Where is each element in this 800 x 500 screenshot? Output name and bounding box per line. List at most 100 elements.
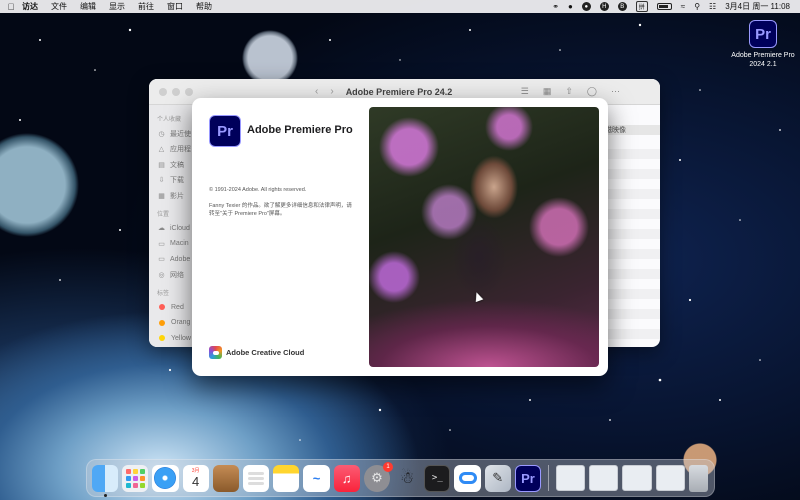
dock-calendar[interactable]: 3月 4 [182,464,209,492]
tag-dot-icon [159,319,165,326]
tag-icon[interactable]: ◯ [587,86,597,97]
creative-cloud-footer: Adobe Creative Cloud [209,346,304,359]
premiere-splash-screen: Pr Adobe Premiere Pro © 1991-2024 Adobe.… [192,98,608,376]
record-icon[interactable]: ● [581,2,591,11]
forward-icon[interactable]: › [330,86,333,97]
dock-trash-icon[interactable] [688,464,709,492]
sidebar-item-label: iCloud [170,224,190,232]
control-center-icon[interactable]: ☷ [709,2,716,11]
menu-file[interactable]: 文件 [51,1,67,12]
film-icon: ▦ [158,192,165,200]
menu-app-name[interactable]: 访达 [22,1,38,12]
document-icon: ▤ [158,161,165,169]
dock-preview[interactable]: ✎ [484,464,511,492]
menu-help[interactable]: 帮助 [196,1,212,12]
download-icon: ⇩ [158,177,165,185]
list-view-icon[interactable]: ☰ [521,86,529,97]
dock-safari[interactable] [152,464,179,492]
dock-premiere-pro[interactable]: Pr [514,464,542,492]
tag-dot-icon [159,335,165,342]
h-icon[interactable]: H [599,2,609,11]
premiere-logo-icon: Pr [209,115,241,147]
calendar-day: 4 [192,473,200,489]
dock: 3月 4 ~ ♫ ⚙ 1 ☃ >_ ✎ Pr [86,459,715,497]
menu-edit[interactable]: 编辑 [80,1,96,12]
apps-icon: △ [158,146,165,154]
column-header[interactable]: 磁映像 [602,125,660,135]
dock-terminal[interactable]: >_ [424,464,451,492]
share-icon[interactable]: ⇧ [565,86,573,97]
dock-finder[interactable] [92,464,119,497]
dock-contacts[interactable] [212,464,239,492]
copyright-text: © 1991-2024 Adobe. All rights reserved. [209,187,307,193]
finder-title: Adobe Premiere Pro 24.2 [345,86,453,97]
running-indicator [104,493,107,497]
sidebar-item-label: Orang [171,319,191,327]
battery-icon[interactable] [656,3,672,10]
dock-separator [548,465,550,491]
sidebar-item-label: Red [171,303,184,311]
b-icon[interactable]: B [617,2,627,11]
more-icon[interactable]: ⋯ [611,86,620,97]
creative-cloud-label: Adobe Creative Cloud [226,348,305,357]
creative-cloud-icon [209,346,222,359]
product-name: Adobe Premiere Pro [247,124,353,136]
file-list[interactable] [602,139,660,339]
sidebar-item-label: 最近使 [170,130,191,138]
menu-clock[interactable]: 3月4日 周一 11:08 [725,1,790,12]
sidebar-item-label: Yellow [171,334,191,342]
tag-dot-icon [159,304,165,311]
meeting-icon [458,472,477,484]
dock-reminders[interactable] [242,464,270,492]
dock-launchpad[interactable] [122,464,149,492]
apple-menu-icon[interactable]:  [0,2,22,12]
dock-tencent-meeting[interactable] [454,464,481,492]
dock-recent-document[interactable] [655,465,685,491]
input-method-icon[interactable]: 拼 [635,1,648,12]
dock-system-settings[interactable]: ⚙ 1 [363,461,394,492]
link-icon[interactable]: ⚭ [552,2,559,11]
back-icon[interactable]: ‹ [315,86,318,97]
sidebar-item-label: 下载 [170,177,184,185]
sidebar-item-label: Adobe [170,255,191,263]
disk-icon: ▭ [158,240,165,248]
dock-recent-document[interactable] [622,465,652,491]
splash-artwork [369,107,599,367]
cloud-icon: ☁ [158,225,165,233]
menu-window[interactable]: 窗口 [167,1,183,12]
dock-music[interactable]: ♫ [333,464,360,492]
group-icon[interactable]: ▦ [543,86,552,97]
dock-recent-document[interactable] [589,465,619,491]
disk-icon: ▭ [158,256,165,264]
search-icon[interactable]: ⚲ [694,2,700,11]
sidebar-item-label: 文稿 [170,161,184,169]
menu-go[interactable]: 前往 [138,1,154,12]
menu-view[interactable]: 显示 [109,1,125,12]
sidebar-item-label: 网络 [170,271,184,279]
notification-badge: 1 [383,461,394,472]
artwork-credit: Fanny Texier 的作品。欲了解更多详细信息和法律声明，请转至"关于 P… [209,203,352,217]
bell-icon[interactable]: ● [568,2,573,11]
window-controls [159,87,193,96]
wifi-icon[interactable]: ≈ [681,2,685,11]
finder-nav: ‹ › [315,86,334,97]
desktop-icon-label: Adobe Premiere Pro 2024 2.1 [731,52,795,68]
zoom-button[interactable] [185,87,193,96]
sidebar-item-label: 应用程 [170,146,191,154]
premiere-app-icon: Pr [749,20,777,48]
dock-recent-document[interactable] [556,465,586,491]
close-button[interactable] [159,87,167,96]
finder-tools: ☰ ▦ ⇧ ◯ ⋯ [521,86,620,97]
dock-qq[interactable]: ☃ [394,465,420,492]
sidebar-item-label: Macin [170,240,189,248]
sidebar-item-label: 影片 [170,192,184,200]
dock-notes[interactable] [273,464,300,492]
clock-icon: ◷ [158,130,165,138]
minimize-button[interactable] [172,87,180,96]
dock-freeform[interactable]: ~ [303,464,330,492]
menu-bar:  访达 文件 编辑 显示 前往 窗口 帮助 ⚭ ● ● H B 拼 ≈ ⚲ ☷… [0,0,800,13]
desktop-premiere-icon[interactable]: Pr Adobe Premiere Pro 2024 2.1 [730,20,796,69]
compass-icon [154,467,177,489]
globe-icon: ◎ [158,271,165,279]
status-area: ⚭ ● ● H B 拼 ≈ ⚲ ☷ 3月4日 周一 11:08 [552,1,800,12]
